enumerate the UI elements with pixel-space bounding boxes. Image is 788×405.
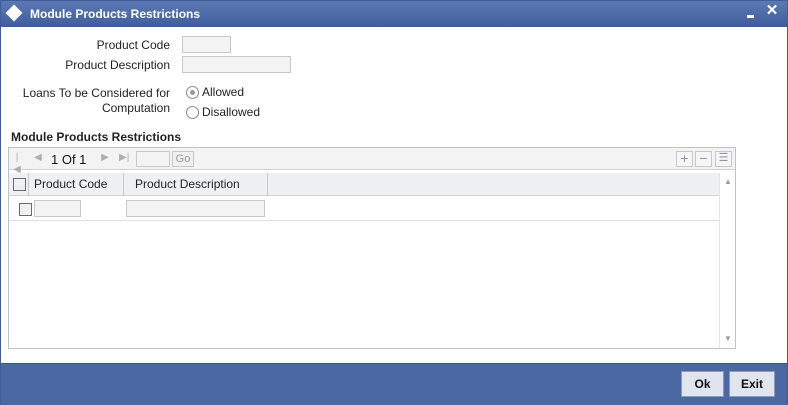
- single-view-icon[interactable]: ☰: [715, 151, 732, 167]
- product-code-label: Product Code: [96, 38, 170, 52]
- product-code-input[interactable]: [182, 36, 231, 53]
- first-page-icon[interactable]: |◀: [12, 152, 22, 175]
- next-page-icon[interactable]: ▶: [100, 152, 110, 164]
- radio-allowed-label: Allowed: [202, 85, 245, 99]
- select-all-cell: [9, 173, 29, 196]
- minimize-icon[interactable]: [745, 4, 757, 20]
- radio-disallowed[interactable]: Disallowed: [186, 105, 260, 119]
- go-button[interactable]: Go: [172, 151, 194, 167]
- last-page-icon[interactable]: ▶|: [119, 152, 129, 164]
- title-bar[interactable]: Module Products Restrictions ✕: [1, 1, 787, 27]
- radio-disallowed-button[interactable]: [186, 105, 199, 119]
- grid-toolbar: |◀ ◀ 1 Of 1 ▶ ▶| Go + − ☰: [9, 148, 735, 175]
- add-row-icon[interactable]: +: [676, 151, 693, 167]
- loans-considered-label-line2: Computation: [101, 101, 170, 115]
- product-description-label: Product Description: [65, 58, 170, 72]
- exit-button[interactable]: Exit: [729, 371, 775, 397]
- page-number-input[interactable]: [136, 151, 170, 167]
- table-row: [9, 197, 719, 221]
- radio-disallowed-label: Disallowed: [202, 105, 261, 119]
- window-title: Module Products Restrictions: [30, 7, 201, 21]
- close-icon[interactable]: ✕: [765, 3, 779, 19]
- ok-button[interactable]: Ok: [681, 371, 724, 397]
- row-checkbox[interactable]: [19, 203, 32, 216]
- row-product-description-input[interactable]: [126, 200, 265, 217]
- section-title: Module Products Restrictions: [11, 130, 182, 144]
- loans-considered-label-line1: Loans To be Considered for: [22, 86, 170, 100]
- prev-page-icon[interactable]: ◀: [33, 152, 43, 164]
- window-diamond-icon: [5, 4, 23, 22]
- select-all-checkbox[interactable]: [13, 178, 26, 191]
- column-header-product-description[interactable]: Product Description: [124, 173, 268, 196]
- grid-header: Product Code Product Description: [9, 173, 719, 196]
- radio-allowed-button[interactable]: [186, 85, 199, 99]
- radio-allowed[interactable]: Allowed: [186, 85, 244, 99]
- scroll-down-icon[interactable]: ▼: [724, 335, 732, 343]
- row-product-code-input[interactable]: [34, 200, 81, 217]
- page-indicator: 1 Of 1: [51, 152, 87, 167]
- delete-row-icon[interactable]: −: [695, 151, 712, 167]
- restrictions-grid: |◀ ◀ 1 Of 1 ▶ ▶| Go + − ☰ Product Code P…: [8, 147, 736, 349]
- column-header-product-code[interactable]: Product Code: [29, 173, 124, 196]
- footer-bar: Ok Exit: [1, 363, 787, 405]
- product-description-input[interactable]: [182, 56, 291, 73]
- vertical-scrollbar[interactable]: ▲ ▼: [719, 173, 735, 348]
- scroll-up-icon[interactable]: ▲: [724, 178, 732, 186]
- module-products-restrictions-window: Module Products Restrictions ✕ Product C…: [0, 0, 788, 405]
